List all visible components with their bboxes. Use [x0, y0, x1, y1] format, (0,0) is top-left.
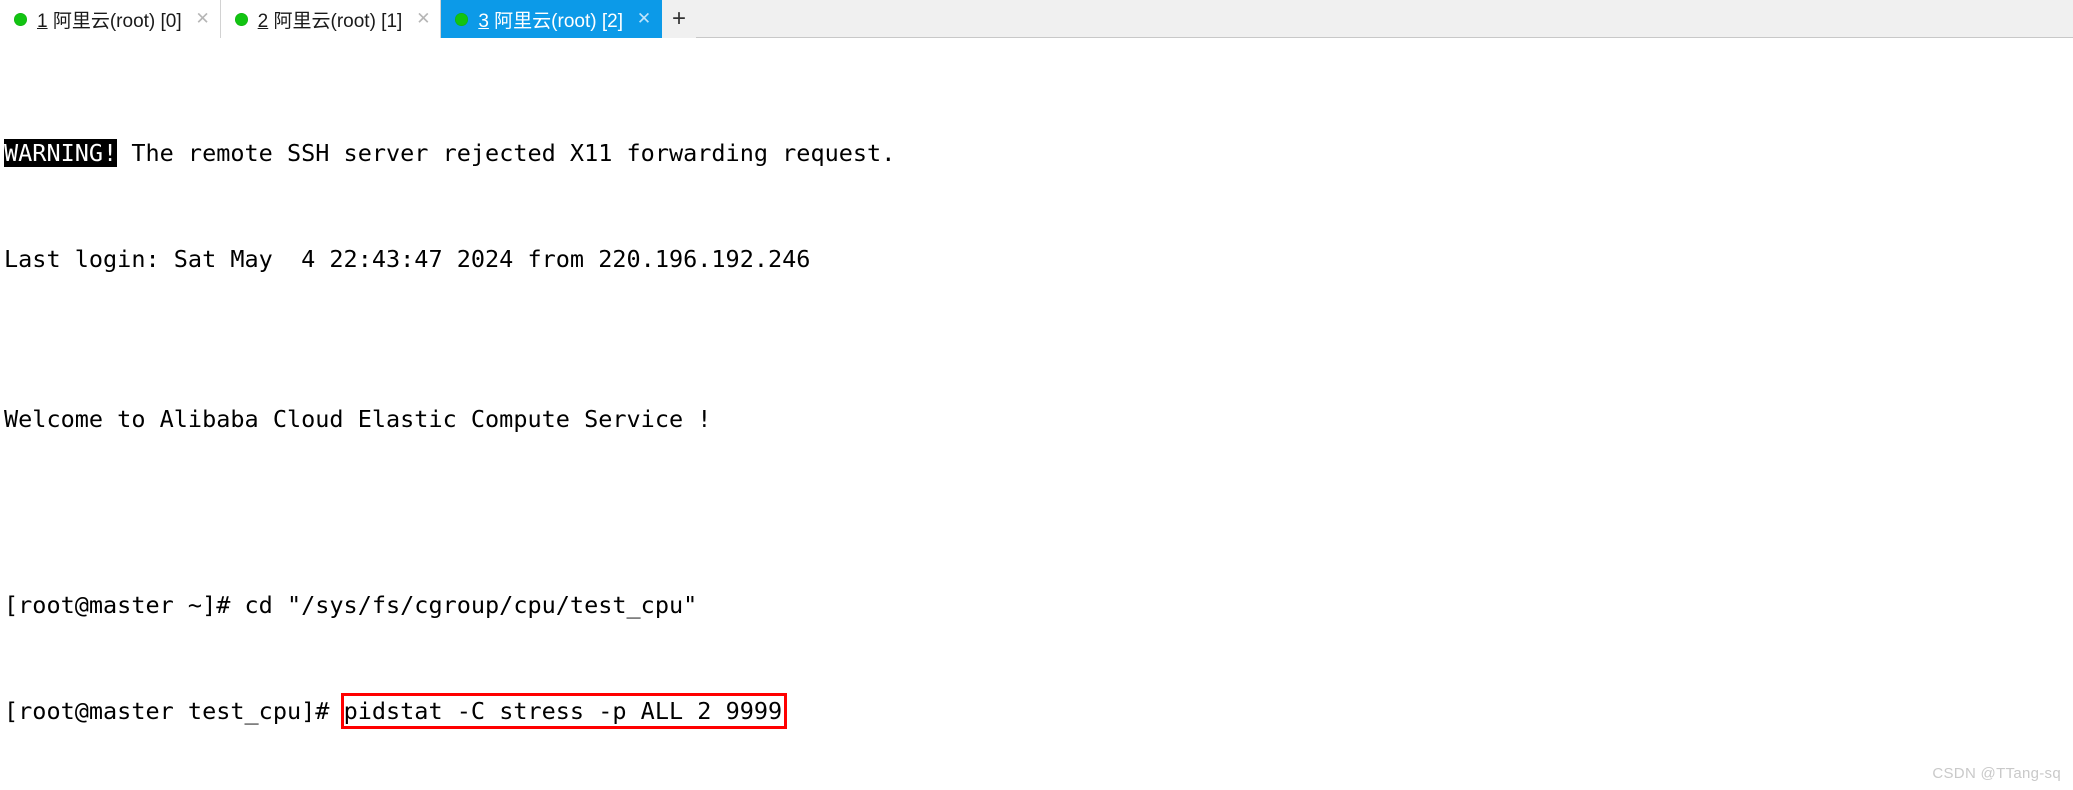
- terminal-line-last-login: Last login: Sat May 4 22:43:47 2024 from…: [4, 245, 811, 274]
- tab-title-2: 阿里云(root) [2]: [488, 10, 623, 32]
- tab-label-1: 2 阿里云(root) [1]: [258, 6, 411, 33]
- terminal-line-prompt-pidstat: [root@master test_cpu]# pidstat -C stres…: [4, 698, 2073, 725]
- tab-bar: 1 阿里云(root) [0] ✕ 2 阿里云(root) [1] ✕ 3 阿里…: [0, 0, 2073, 38]
- tab-status-dot-icon: [234, 12, 248, 26]
- tab-label-0: 1 阿里云(root) [0]: [37, 6, 190, 33]
- close-icon-0[interactable]: ✕: [190, 0, 216, 38]
- terminal-line-warning: WARNING! The remote SSH server rejected …: [4, 138, 2073, 167]
- shell-prompt: [root@master test_cpu]#: [4, 697, 344, 726]
- tab-title-1: 阿里云(root) [1]: [268, 10, 403, 32]
- tab-0[interactable]: 1 阿里云(root) [0] ✕: [0, 0, 221, 38]
- tab-status-dot-icon: [14, 12, 27, 26]
- tab-1[interactable]: 2 阿里云(root) [1] ✕: [220, 0, 442, 38]
- warning-message: The remote SSH server rejected X11 forwa…: [117, 138, 896, 167]
- terminal-line-welcome: Welcome to Alibaba Cloud Elastic Compute…: [4, 404, 712, 433]
- terminal-line-prompt-cd: [root@master ~]# cd "/sys/fs/cgroup/cpu/…: [4, 590, 698, 619]
- tab-index-1: 2: [257, 10, 269, 32]
- tab-index-2: 3: [478, 10, 489, 32]
- new-tab-button[interactable]: +: [661, 0, 696, 38]
- watermark-label: CSDN @TTang-sq: [1932, 765, 2061, 782]
- pidstat-command: pidstat -C stress -p ALL 2 9999: [343, 697, 783, 726]
- tab-2[interactable]: 3 阿里云(root) [2] ✕: [441, 0, 662, 38]
- close-icon-1[interactable]: ✕: [410, 0, 436, 38]
- tab-label-2: 3 阿里云(root) [2]: [478, 6, 631, 33]
- tab-index-0: 1: [37, 10, 48, 32]
- warning-badge: WARNING!: [4, 138, 118, 167]
- tab-status-dot-icon: [455, 12, 469, 26]
- tab-title-0: 阿里云(root) [0]: [47, 10, 182, 32]
- terminal-output[interactable]: WARNING! The remote SSH server rejected …: [0, 39, 2073, 790]
- close-icon-2[interactable]: ✕: [631, 0, 657, 38]
